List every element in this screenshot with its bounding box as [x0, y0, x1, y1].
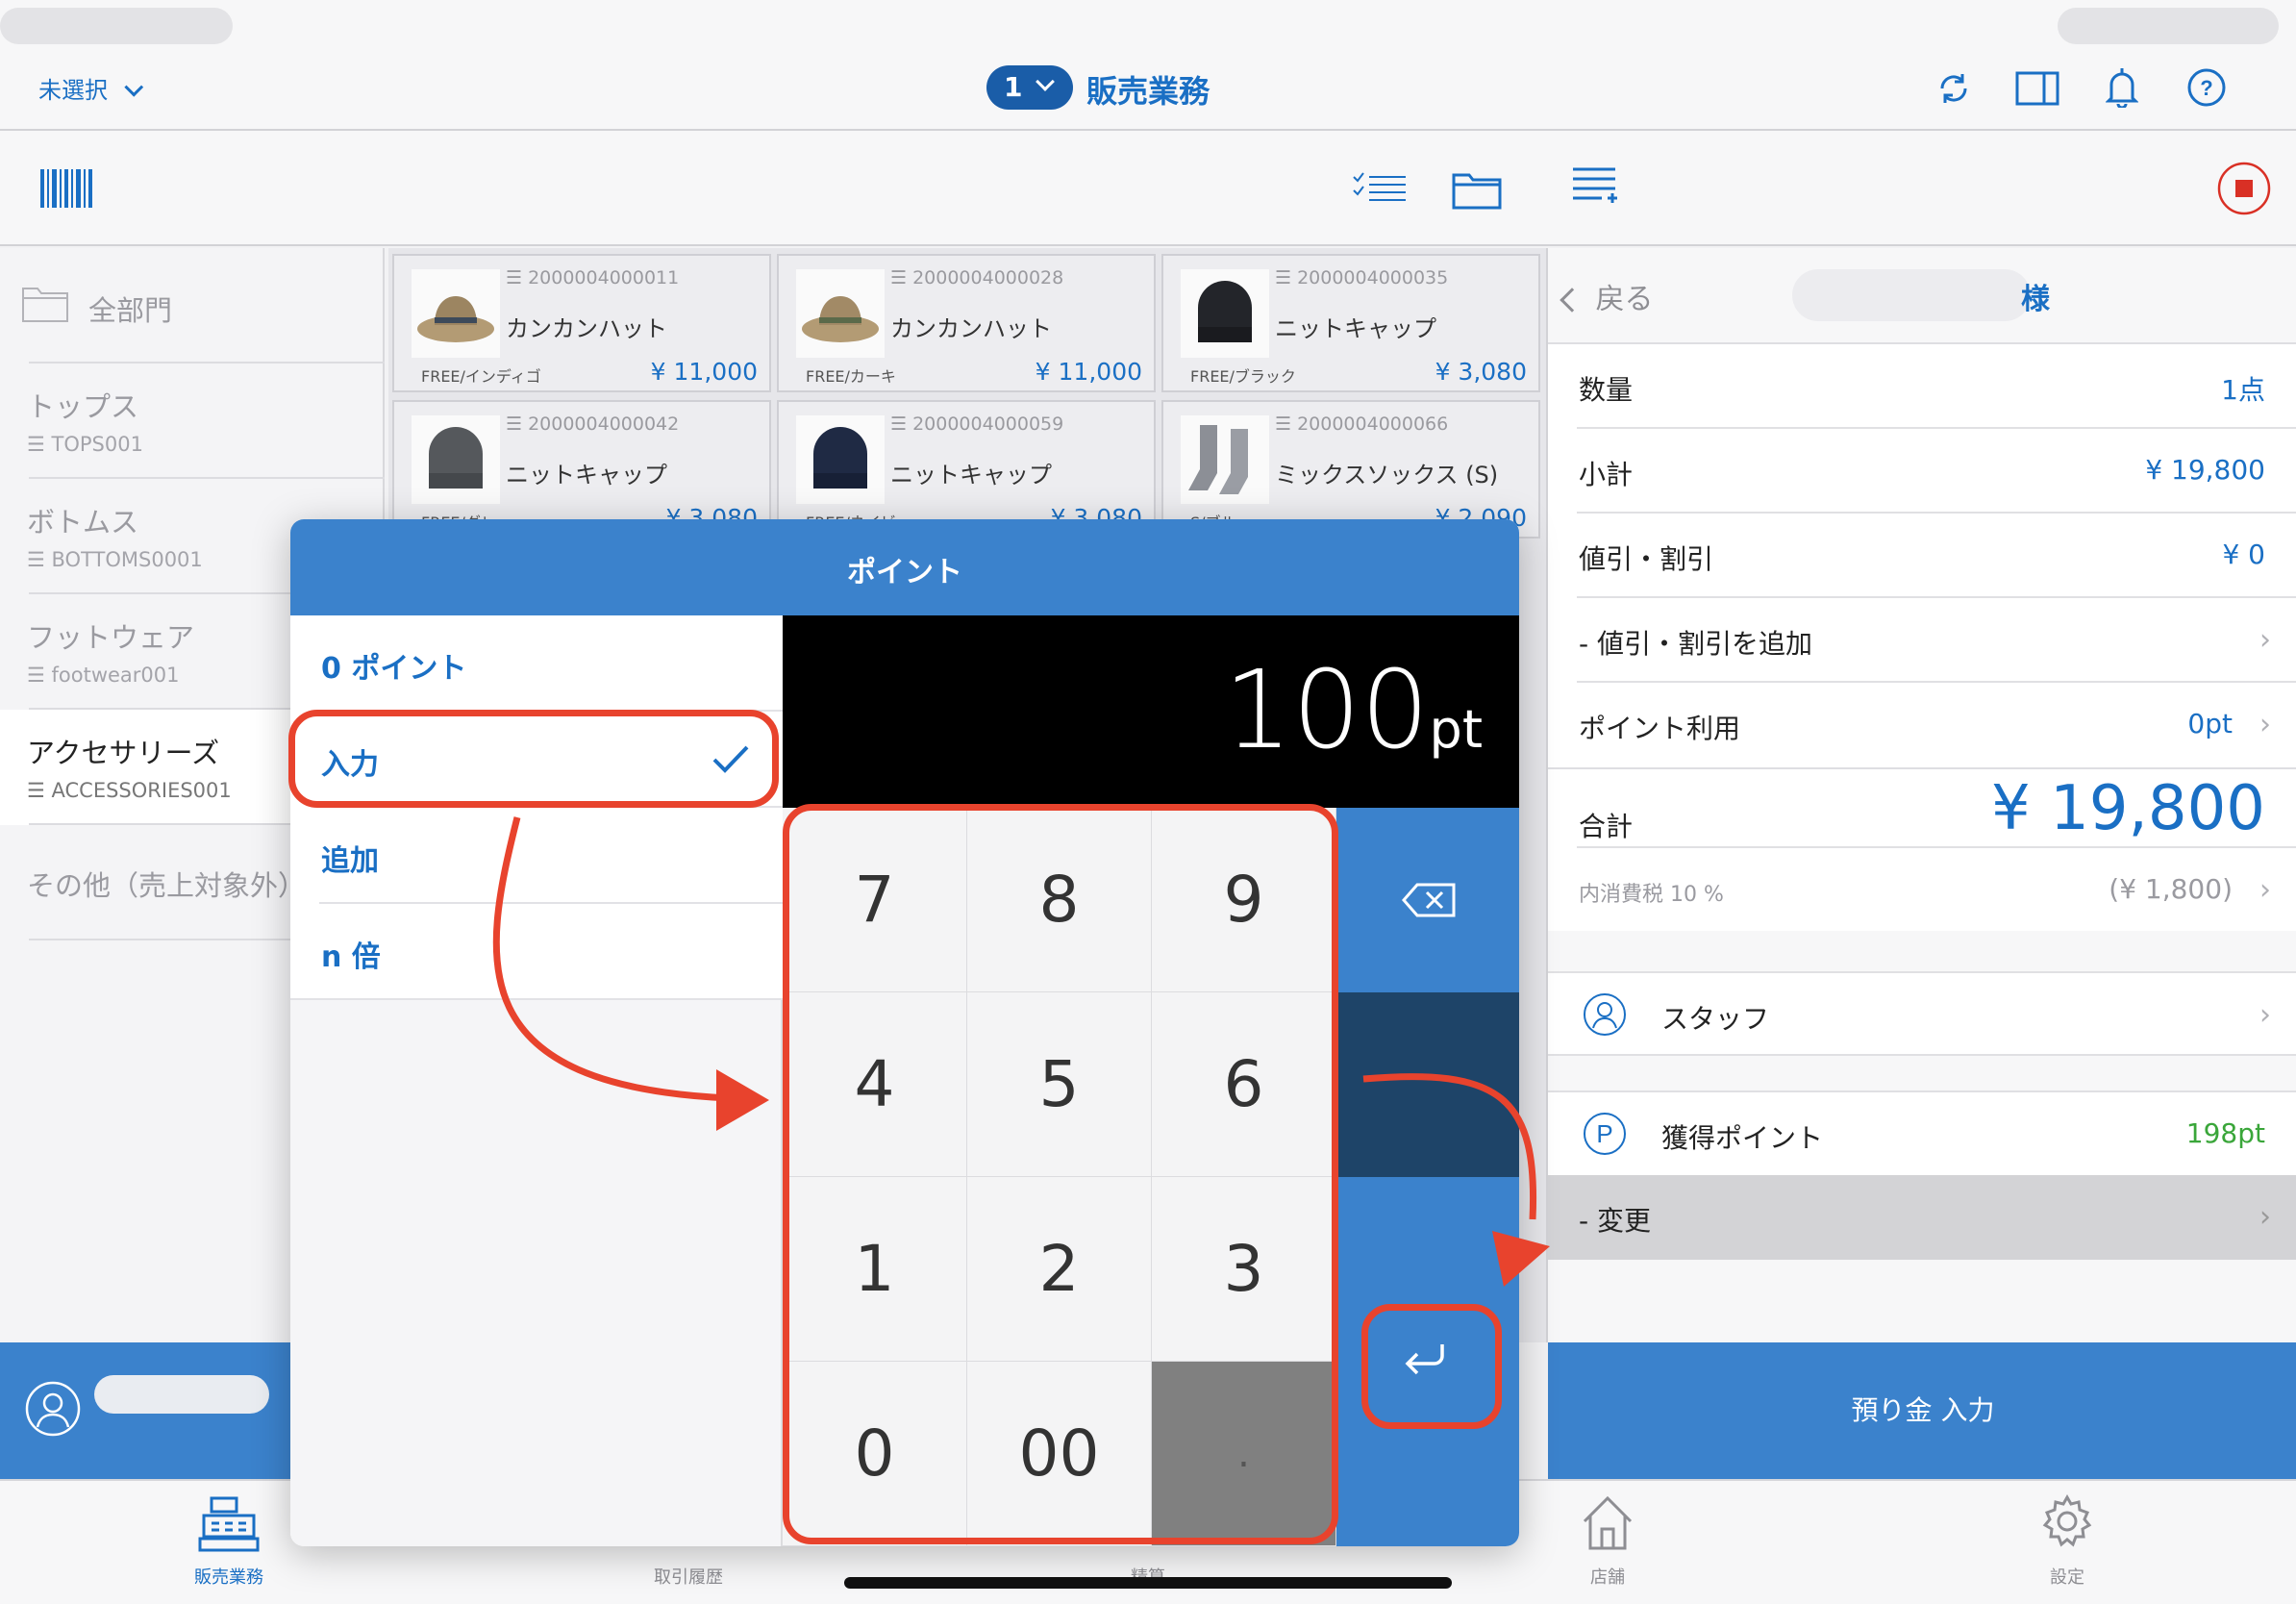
annotation-arrowhead	[1492, 1231, 1550, 1287]
annotation-arrows	[492, 816, 1550, 1287]
annotation-arrow-to-keypad	[492, 816, 732, 1102]
annotation-arrow-to-enter	[1362, 1073, 1537, 1220]
annotation-arrowhead	[716, 1069, 769, 1131]
